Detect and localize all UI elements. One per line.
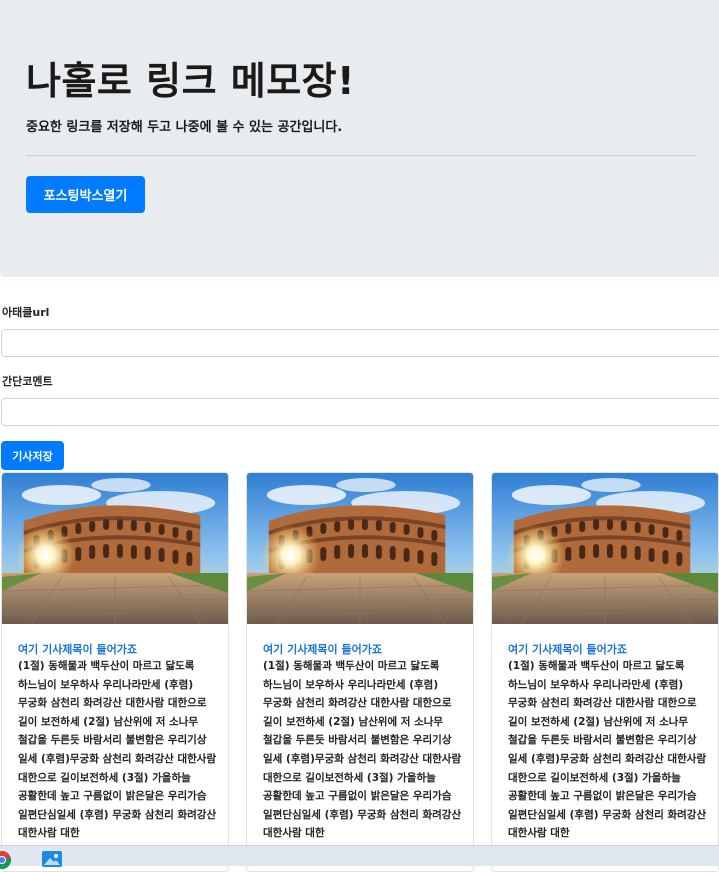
card-image (492, 473, 718, 624)
article-card[interactable]: 여기 기사제목이 들어가죠 (1절) 동해물과 백두산이 마르고 닳도록 하느님… (1, 472, 229, 872)
open-posting-box-button[interactable]: 포스팅박스열기 (26, 176, 145, 213)
card-image (247, 473, 473, 624)
url-label: 아태클url (2, 306, 50, 319)
article-card[interactable]: 여기 기사제목이 들어가죠 (1절) 동해물과 백두산이 마르고 닳도록 하느님… (491, 472, 719, 872)
card-text: (1절) 동해물과 백두산이 마르고 닳도록 하느님이 보우하사 우리나라만세 … (18, 660, 217, 840)
card-text: (1절) 동해물과 백두산이 마르고 닳도록 하느님이 보우하사 우리나라만세 … (508, 660, 707, 840)
taskbar (0, 845, 719, 869)
url-input[interactable] (1, 329, 719, 357)
save-article-button[interactable]: 기사저장 (1, 441, 64, 470)
comment-input[interactable] (1, 398, 719, 426)
card-text: (1절) 동해물과 백두산이 마르고 닳도록 하느님이 보우하사 우리나라만세 … (263, 660, 462, 840)
divider (26, 155, 695, 156)
article-card[interactable]: 여기 기사제목이 들어가죠 (1절) 동해물과 백두산이 마르고 닳도록 하느님… (246, 472, 474, 872)
comment-label: 간단코멘트 (2, 375, 53, 388)
page-subtitle: 중요한 링크를 저장해 두고 나중에 볼 수 있는 공간입니다. (26, 120, 343, 135)
card-image (2, 473, 228, 624)
page-title: 나홀로 링크 메모장! (26, 59, 355, 103)
card-title[interactable]: 여기 기사제목이 들어가죠 (263, 641, 382, 657)
chrome-icon[interactable] (0, 850, 12, 870)
card-title[interactable]: 여기 기사제목이 들어가죠 (508, 641, 627, 657)
card-title[interactable]: 여기 기사제목이 들어가죠 (18, 641, 137, 657)
jumbotron-header: 나홀로 링크 메모장! 중요한 링크를 저장해 두고 나중에 볼 수 있는 공간… (0, 0, 719, 277)
